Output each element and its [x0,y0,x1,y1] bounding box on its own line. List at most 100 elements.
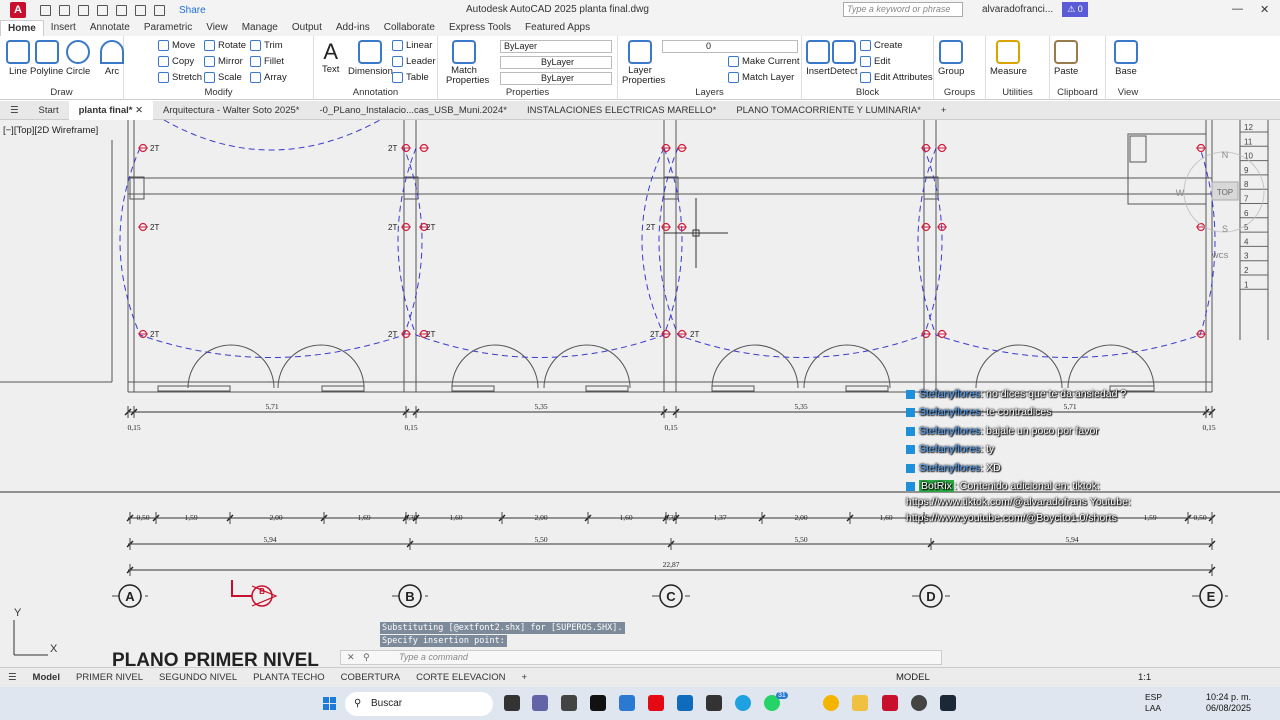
add-layout-icon[interactable]: + [514,672,536,683]
notification-badge[interactable]: ⚠ 0 [1062,2,1088,17]
layout-tab-cobertura[interactable]: COBERTURA [333,672,408,683]
scale-button[interactable]: Scale [204,72,242,83]
doc-tab-arquitectura[interactable]: Arquitectura - Walter Soto 2025* [153,105,309,116]
new-tab-icon[interactable]: + [931,105,957,116]
new-file-icon[interactable] [40,4,51,16]
axis-b[interactable]: B [392,584,428,608]
measure-button[interactable]: Measure [990,40,1027,77]
tab-parametric[interactable]: Parametric [137,20,199,36]
clipboard-panel-label[interactable]: Clipboard [1050,87,1105,98]
trim-button[interactable]: Trim [250,40,283,51]
teams-icon[interactable] [532,695,548,711]
fillet-button[interactable]: Fillet [250,56,284,67]
polyline-button[interactable]: Polyline [30,40,63,77]
base-button[interactable]: Base [1114,40,1138,77]
language-indicator[interactable]: ESP LAA [1145,692,1162,714]
tab-output[interactable]: Output [285,20,329,36]
mirror-button[interactable]: Mirror [204,56,243,67]
doc-tab-start[interactable]: Start [29,105,69,116]
viewport-controls[interactable]: [−][Top][2D Wireframe] [3,125,98,136]
user-account[interactable]: alvaradofranci... [982,4,1053,15]
detect-button[interactable]: Detect [830,40,857,77]
windows-start-icon[interactable] [323,697,337,711]
layout-tab-segundo-nivel[interactable]: SEGUNDO NIVEL [151,672,245,683]
make-current-button[interactable]: Make Current [728,56,800,67]
rotate-button[interactable]: Rotate [204,40,246,51]
dimension-button[interactable]: Dimension [348,40,393,77]
move-button[interactable]: Move [158,40,195,51]
line-button[interactable]: Line [6,40,30,77]
draw-panel-label[interactable]: Draw [0,87,123,98]
layout-tab-corte-elevacion[interactable]: CORTE ELEVACION [408,672,513,683]
autocad-taskbar-icon[interactable] [882,695,898,711]
app-icon[interactable] [706,695,722,711]
menu-icon[interactable]: ☰ [0,105,29,116]
create-block-button[interactable]: Create [860,40,903,51]
section-mark[interactable]: B [231,580,278,607]
store-icon[interactable] [561,695,577,711]
doc-tab-plano-tomacorriente[interactable]: PLANO TOMACORRIENTE Y LUMINARIA* [726,105,931,116]
autocad-app-icon[interactable]: A [10,2,26,18]
taskbar-clock[interactable]: 10:24 p. m. 06/08/2025 [1206,692,1251,714]
lineweight-dropdown[interactable]: ByLayer [500,72,612,85]
text-button[interactable]: A Text [322,40,339,76]
customize-command-icon[interactable]: ⚲ [363,651,370,664]
command-input[interactable]: ✕ ⚲ Type a command [340,650,942,665]
layers-panel-label[interactable]: Layers [618,87,801,98]
doc-tab-instalaciones-usb[interactable]: -0_PLano_Instalacio...cas_USB_Muni.2024* [309,105,516,116]
tab-add-ins[interactable]: Add-ins [329,20,377,36]
properties-panel-label[interactable]: Properties [438,87,617,98]
open-file-icon[interactable] [59,4,70,16]
save-icon[interactable] [78,4,89,16]
wcs-label[interactable]: WCS [1212,253,1229,260]
axis-a[interactable]: A [112,584,148,608]
task-view-icon[interactable] [504,695,520,711]
layout-menu-icon[interactable]: ☰ [0,672,25,683]
group-button[interactable]: Group [938,40,964,77]
close-command-icon[interactable]: ✕ [347,651,355,664]
layer-properties-button[interactable]: Layer Properties [622,40,665,86]
tiktok-icon[interactable] [590,695,606,711]
insert-button[interactable]: Insert [806,40,830,77]
match-layer-button[interactable]: Match Layer [728,72,794,83]
save-as-icon[interactable] [97,4,108,16]
share-button[interactable]: Share [179,5,206,16]
groups-panel-label[interactable]: Groups [934,87,985,98]
model-space-toggle[interactable]: MODEL [896,672,930,683]
layer-dropdown[interactable]: 0 [662,40,798,53]
arc-button[interactable]: Arc [100,40,124,77]
steam-icon[interactable] [940,695,956,711]
circle-button[interactable]: Circle [66,40,90,77]
tab-manage[interactable]: Manage [235,20,285,36]
axis-d[interactable]: D [912,584,950,608]
annotation-panel-label[interactable]: Annotation [314,87,437,98]
file-explorer-icon[interactable] [852,695,868,711]
table-button[interactable]: Table [392,72,429,83]
edit-attributes-button[interactable]: Edit Attributes [860,72,933,83]
doc-tab-instalaciones-electricas[interactable]: INSTALACIONES ELECTRICAS MARELLO* [517,105,726,116]
tab-collaborate[interactable]: Collaborate [377,20,442,36]
close-tab-icon[interactable]: ✕ [135,105,143,116]
taskbar-search[interactable]: ⚲ Buscar [345,692,493,716]
plot-icon[interactable] [116,4,127,16]
tab-home[interactable]: Home [0,20,44,36]
netflix-icon[interactable] [648,695,664,711]
chrome-icon[interactable] [823,695,839,711]
paste-button[interactable]: Paste [1054,40,1078,77]
tab-featured-apps[interactable]: Featured Apps [518,20,597,36]
axis-c[interactable]: C [652,584,690,608]
doc-tab-planta-final[interactable]: planta final* ✕ [68,100,154,120]
edge-icon[interactable] [735,695,751,711]
leader-button[interactable]: Leader [392,56,436,67]
viewcube[interactable]: TOP N S W WCS [1176,150,1265,260]
edit-block-button[interactable]: Edit [860,56,890,67]
view-panel-label[interactable]: View [1106,87,1150,98]
obs-icon[interactable] [911,695,927,711]
tab-insert[interactable]: Insert [44,20,83,36]
tab-express-tools[interactable]: Express Tools [442,20,518,36]
modify-panel-label[interactable]: Modify [124,87,313,98]
layout-tab-model[interactable]: Model [25,672,68,683]
minimize-icon[interactable]: — [1232,3,1243,15]
undo-icon[interactable] [135,4,146,16]
outlook-icon[interactable] [677,695,693,711]
